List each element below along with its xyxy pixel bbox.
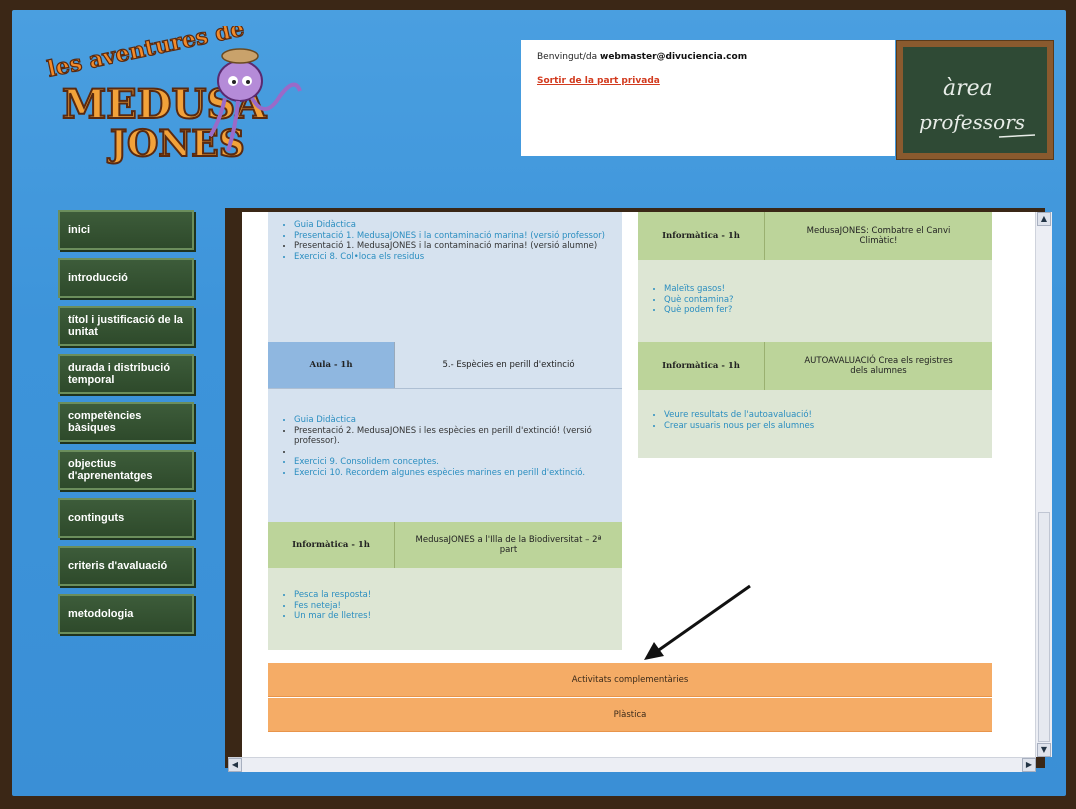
right-header2-left: Informàtica - 1h (638, 342, 764, 390)
horizontal-scrollbar[interactable]: ◀ ▶ (228, 757, 1036, 772)
presentacio-2-professor: Presentació 2. MedusaJONES i les espècie… (294, 426, 610, 447)
logo-text-top: les aventures de (45, 26, 247, 83)
activitats-complementaries-row[interactable]: Activitats complementàries (268, 663, 992, 697)
sidebar-item-criteris[interactable]: criteris d'avaluació (58, 546, 194, 586)
chalkboard-text: àrea professors (919, 76, 1036, 138)
welcome-user: webmaster@divuciencia.com (600, 52, 748, 62)
right-header2-right: AUTOAVALUACIÓ Crea els registres dels al… (764, 342, 992, 390)
medusa-jones-logo[interactable]: les aventures de MEDUSA JONES (40, 26, 320, 166)
header3-right: MedusaJONES a l'Illa de la Biodiversitat… (394, 522, 622, 568)
right-header1-right: MedusaJONES: Combatre el Canvi Climàtic! (764, 212, 992, 260)
arrow-annotation-icon (644, 584, 751, 660)
vertical-scrollbar[interactable]: ▲ ▼ (1035, 212, 1052, 757)
right-block-2: Veure resultats de l'autoavaluació! Crea… (638, 390, 992, 458)
link-pesca-resposta[interactable]: Pesca la resposta! (294, 590, 610, 601)
empty-item (294, 447, 610, 458)
left-block-1: Guia Didàctica Presentació 1. MedusaJONE… (268, 212, 622, 342)
plastica-row[interactable]: Plàstica (268, 698, 992, 732)
sidebar-nav: inici introducció títol i justificació d… (58, 210, 198, 642)
link-guia-didactica[interactable]: Guia Didàctica (294, 220, 610, 231)
link-crear-usuaris[interactable]: Crear usuaris nous per els alumnes (664, 421, 980, 432)
link-que-podem-fer[interactable]: Què podem fer? (664, 305, 980, 316)
link-veure-resultats[interactable]: Veure resultats de l'autoavaluació! (664, 410, 980, 421)
header2-right: 5.- Espècies en perill d'extinció (394, 342, 622, 388)
welcome-text: Benvingut/da webmaster@divuciencia.com (537, 52, 748, 62)
scroll-thumb[interactable] (1038, 512, 1050, 742)
sidebar-item-introduccio[interactable]: introducció (58, 258, 194, 298)
board-line1: àrea (943, 76, 993, 101)
right-block-1: Maleïts gasos! Què contamina? Què podem … (638, 260, 992, 342)
right-header1-left: Informàtica - 1h (638, 212, 764, 260)
link-que-contamina[interactable]: Què contamina? (664, 295, 980, 306)
scroll-down-icon[interactable]: ▼ (1037, 743, 1051, 757)
logo-text-bot: JONES (107, 123, 245, 165)
header3-left: Informàtica - 1h (268, 522, 394, 568)
sidebar-item-metodologia[interactable]: metodologia (58, 594, 194, 634)
link-exercici-10[interactable]: Exercici 10. Recordem algunes espècies m… (294, 468, 610, 479)
link-maleits-gasos[interactable]: Maleïts gasos! (664, 284, 980, 295)
chalkboard: àrea professors (903, 47, 1047, 153)
scroll-right-icon[interactable]: ▶ (1022, 758, 1036, 772)
link-fes-neteja[interactable]: Fes neteja! (294, 601, 610, 612)
link-exercici-8[interactable]: Exercici 8. Col•loca els residus (294, 252, 610, 263)
sidebar-item-competencies[interactable]: competències bàsiques (58, 402, 194, 442)
sidebar-item-inici[interactable]: inici (58, 210, 194, 250)
link-guia-didactica-2[interactable]: Guia Didàctica (294, 415, 610, 426)
sidebar-item-continguts[interactable]: continguts (58, 498, 194, 538)
scroll-up-icon[interactable]: ▲ (1037, 212, 1051, 226)
board-line2: professors (919, 110, 1025, 134)
logout-link[interactable]: Sortir de la part privada (537, 76, 660, 86)
link-presentacio-1-professor[interactable]: Presentació 1. MedusaJONES i la contamin… (294, 231, 610, 242)
left-block-2: Guia Didàctica Presentació 2. MedusaJONE… (268, 388, 622, 522)
area-professors-board[interactable]: àrea professors (896, 40, 1054, 160)
sidebar-item-objectius[interactable]: objectius d'aprenentatges (58, 450, 194, 490)
link-exercici-9[interactable]: Exercici 9. Consolidem conceptes. (294, 457, 610, 468)
sidebar-item-titol[interactable]: títol i justificació de la unitat (58, 306, 194, 346)
header2-left: Aula - 1h (268, 342, 394, 388)
left-block-3: Pesca la resposta! Fes neteja! Un mar de… (268, 568, 622, 650)
sidebar-item-durada[interactable]: durada i distribució temporal (58, 354, 194, 394)
scroll-left-icon[interactable]: ◀ (228, 758, 242, 772)
link-mar-de-lletres[interactable]: Un mar de lletres! (294, 611, 610, 622)
presentacio-1-alumne: Presentació 1. MedusaJONES i la contamin… (294, 241, 610, 252)
welcome-box: Benvingut/da webmaster@divuciencia.com S… (521, 40, 895, 156)
